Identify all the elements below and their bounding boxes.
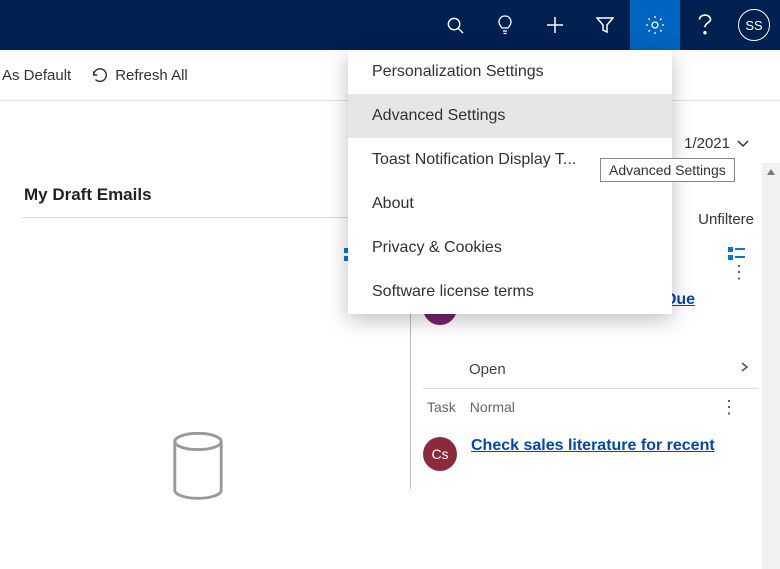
my-draft-emails-panel: My Draft Emails bbox=[22, 185, 374, 502]
scrollbar[interactable] bbox=[762, 163, 780, 569]
plus-icon[interactable] bbox=[530, 0, 580, 50]
chevron-icon[interactable] bbox=[738, 361, 752, 373]
search-icon[interactable] bbox=[430, 0, 480, 50]
as-default-button[interactable]: As Default bbox=[2, 67, 71, 84]
chevron-down-icon bbox=[736, 139, 750, 149]
menu-item-about[interactable]: About bbox=[348, 182, 672, 226]
panel-title: My Draft Emails bbox=[24, 185, 152, 205]
more-actions-icon[interactable]: ⋮ bbox=[720, 402, 748, 412]
avatar[interactable]: SS bbox=[738, 9, 770, 41]
help-icon[interactable] bbox=[680, 0, 730, 50]
list-item[interactable]: Cs Check sales literature for recent bbox=[423, 431, 758, 489]
scroll-up-icon[interactable] bbox=[762, 163, 780, 181]
settings-menu: Personalization Settings Advanced Settin… bbox=[348, 50, 672, 314]
avatar-initials: SS bbox=[745, 18, 762, 33]
database-icon bbox=[22, 432, 374, 502]
date-picker[interactable]: 1/2021 bbox=[684, 135, 750, 152]
item-chip: Cs bbox=[423, 437, 457, 471]
tooltip: Advanced Settings bbox=[600, 158, 735, 182]
menu-item-advanced-settings[interactable]: Advanced Settings bbox=[348, 94, 672, 138]
view-selector-icon[interactable] bbox=[22, 248, 362, 262]
top-bar: SS bbox=[0, 0, 780, 50]
refresh-all-button[interactable]: Refresh All bbox=[91, 66, 188, 84]
lightbulb-icon[interactable] bbox=[480, 0, 530, 50]
item-link[interactable]: Check sales literature for recent bbox=[471, 437, 715, 471]
menu-item-personalization[interactable]: Personalization Settings bbox=[348, 50, 672, 94]
refresh-icon bbox=[91, 66, 109, 84]
task-meta-row: Task Normal ⋮ bbox=[423, 399, 758, 415]
gear-icon[interactable] bbox=[630, 0, 680, 50]
filter-label[interactable]: Unfiltere bbox=[698, 211, 754, 228]
status-label: Open bbox=[469, 361, 506, 378]
filter-icon[interactable] bbox=[580, 0, 630, 50]
menu-item-license-terms[interactable]: Software license terms bbox=[348, 270, 672, 314]
menu-item-privacy-cookies[interactable]: Privacy & Cookies bbox=[348, 226, 672, 270]
